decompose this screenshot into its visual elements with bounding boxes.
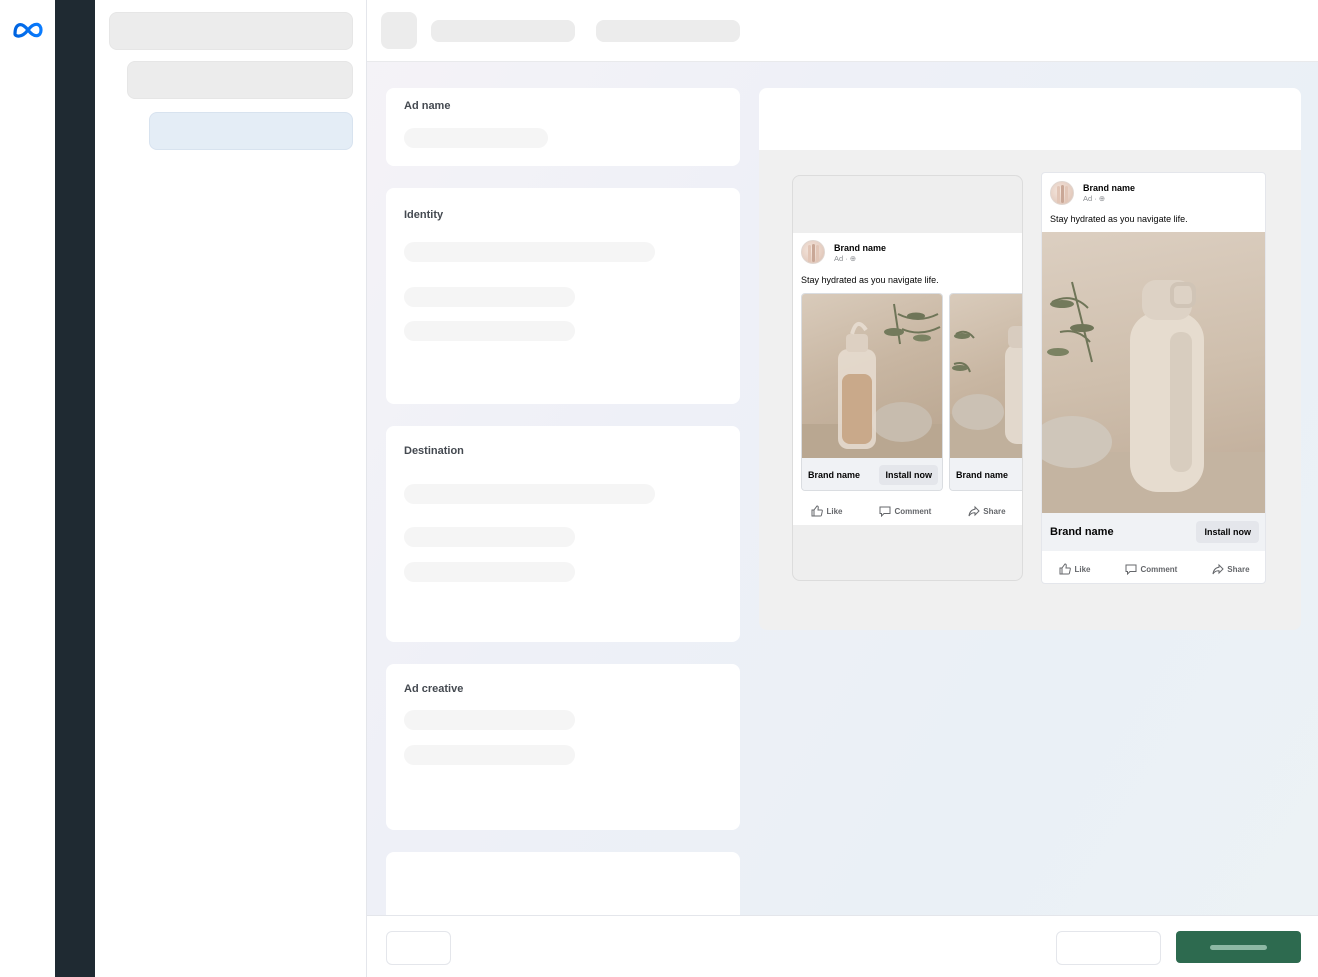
ad-creative-title: Ad creative (404, 683, 464, 695)
share-button[interactable]: Share (1212, 563, 1250, 575)
feed-cta-bar: Brand name Install now (1042, 513, 1265, 551)
carousel-card-2[interactable]: Brand name (949, 293, 1022, 491)
destination-title: Destination (404, 445, 464, 457)
brand-name[interactable]: Brand name (834, 243, 886, 253)
like-icon (1059, 563, 1072, 575)
destination-field-skeleton[interactable] (404, 484, 655, 504)
next-section-card (386, 852, 740, 915)
sponsored-label: Ad · ⊕ (1083, 194, 1106, 203)
post-actions: Like Comment Share (793, 501, 1022, 521)
comment-icon (1125, 564, 1137, 575)
ad-creative-field-skeleton[interactable] (404, 745, 575, 765)
carousel-post: Brand name Ad · ⊕ Stay hydrated as you n… (793, 233, 1022, 525)
like-icon (811, 505, 824, 517)
ad-creative-field-skeleton[interactable] (404, 710, 575, 730)
share-icon (968, 505, 980, 517)
identity-card: Identity (386, 188, 740, 404)
side-nav-item-selected-skeleton[interactable] (149, 112, 353, 150)
comment-icon (879, 506, 891, 517)
post-caption: Stay hydrated as you navigate life. (801, 275, 939, 285)
top-bar-tab-skeleton[interactable] (431, 20, 575, 42)
comment-button[interactable]: Comment (1125, 563, 1177, 575)
ad-preview-panel: Brand name Ad · ⊕ Stay hydrated as you n… (759, 88, 1301, 630)
ad-name-input-skeleton[interactable] (404, 128, 548, 148)
brand-avatar (1050, 181, 1074, 205)
feed-preview[interactable]: Brand name Ad · ⊕ Stay hydrated as you n… (1041, 172, 1266, 584)
secondary-button-skeleton[interactable] (1056, 931, 1161, 965)
sponsored-label: Ad · ⊕ (834, 254, 857, 263)
carousel-card-footer: Brand name Install now (802, 458, 942, 490)
carousel-preview[interactable]: Brand name Ad · ⊕ Stay hydrated as you n… (792, 175, 1023, 581)
headline-brand-name: Brand name (1050, 526, 1114, 538)
identity-field-skeleton[interactable] (404, 321, 575, 341)
globe-icon: ⊕ (849, 254, 857, 263)
identity-field-skeleton[interactable] (404, 242, 655, 262)
product-image-steel-bottle (950, 294, 1022, 458)
close-button-skeleton[interactable] (386, 931, 451, 965)
post-actions: Like Comment Share (1042, 559, 1265, 579)
side-panel (95, 0, 367, 977)
meta-rail (0, 0, 55, 977)
ad-name-card: Ad name (386, 88, 740, 166)
share-icon (1212, 563, 1224, 575)
identity-title: Identity (404, 209, 444, 221)
meta-logo-icon[interactable] (12, 18, 44, 42)
dark-nav-rail (55, 0, 95, 977)
side-nav-item-skeleton[interactable] (109, 12, 353, 50)
like-button[interactable]: Like (811, 505, 842, 517)
carousel-card-footer: Brand name (950, 458, 1022, 490)
card-brand-name: Brand name (808, 470, 861, 480)
brand-avatar (801, 240, 825, 264)
top-bar (367, 0, 1318, 62)
comment-button[interactable]: Comment (879, 505, 931, 517)
top-bar-icon-skeleton[interactable] (381, 12, 417, 49)
brand-name[interactable]: Brand name (1083, 183, 1135, 193)
ad-creative-card: Ad creative (386, 664, 740, 830)
install-now-button[interactable]: Install now (1196, 521, 1259, 543)
destination-field-skeleton[interactable] (404, 562, 575, 582)
top-bar-tab-skeleton[interactable] (596, 20, 740, 42)
identity-field-skeleton[interactable] (404, 287, 575, 307)
bottom-bar (367, 915, 1318, 977)
publish-button-skeleton[interactable] (1176, 931, 1301, 963)
install-now-button[interactable]: Install now (879, 465, 938, 485)
share-button[interactable]: Share (968, 505, 1006, 517)
side-nav-item-skeleton[interactable] (127, 61, 353, 99)
product-image-steel-bottle (1042, 232, 1265, 513)
like-button[interactable]: Like (1059, 563, 1090, 575)
card-brand-name: Brand name (956, 470, 1009, 480)
destination-card: Destination (386, 426, 740, 642)
main-area: Ad name Identity Destination Ad creative… (367, 0, 1318, 977)
destination-field-skeleton[interactable] (404, 527, 575, 547)
preview-header (759, 88, 1301, 150)
product-image-glass-bottle (802, 294, 942, 458)
globe-icon: ⊕ (1098, 194, 1106, 203)
ad-name-title: Ad name (404, 100, 451, 112)
post-caption: Stay hydrated as you navigate life. (1050, 214, 1188, 224)
carousel-card-1[interactable]: Brand name Install now (801, 293, 943, 491)
